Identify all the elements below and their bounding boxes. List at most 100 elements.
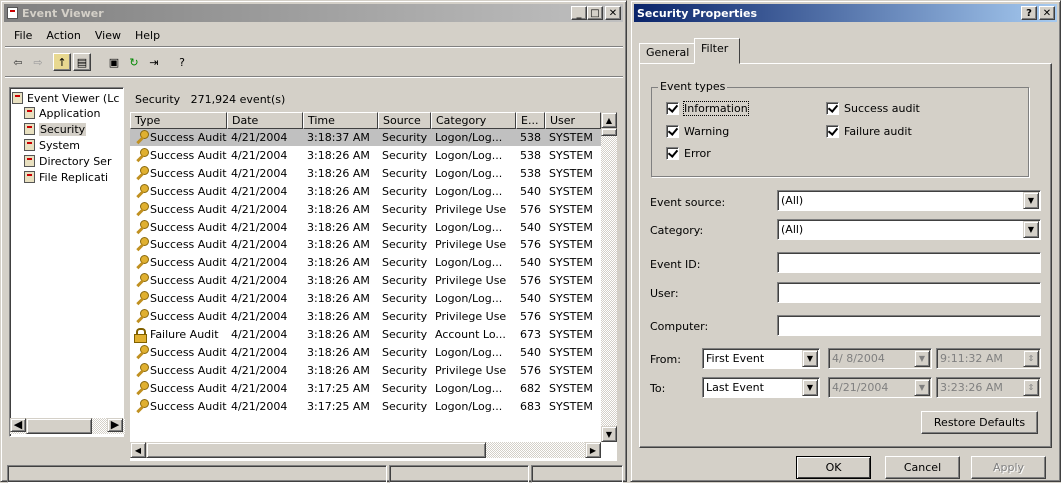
- cell-user: SYSTEM: [549, 310, 593, 323]
- col-user[interactable]: User: [545, 112, 601, 129]
- to-time-spinner[interactable]: 3:23:26 AM ⇕: [936, 377, 1041, 398]
- col-time[interactable]: Time: [303, 112, 378, 129]
- cancel-button[interactable]: Cancel: [885, 456, 960, 479]
- properties-icon[interactable]: ▣: [105, 53, 123, 71]
- spinner-icon[interactable]: ⇕: [1023, 379, 1039, 396]
- event-viewer-titlebar[interactable]: Event Viewer _ □ ✕: [4, 4, 623, 22]
- tree-item-directory-service[interactable]: Directory Ser: [24, 155, 111, 169]
- key-icon: [134, 398, 149, 413]
- cell-type: Success Audit: [130, 290, 227, 307]
- table-row[interactable]: Success Audit 4/21/2004 3:17:25 AM Security…: [130, 380, 601, 397]
- help-button[interactable]: ?: [1021, 6, 1037, 20]
- tree-root[interactable]: Event Viewer (Lc: [12, 92, 119, 106]
- event-source-select[interactable]: (All) ▼: [777, 190, 1041, 211]
- table-row[interactable]: Success Audit 4/21/2004 3:18:37 AM Security…: [130, 129, 601, 146]
- apply-button[interactable]: Apply: [971, 456, 1046, 479]
- cell-user: SYSTEM: [549, 202, 593, 216]
- col-date[interactable]: Date: [227, 112, 303, 129]
- menu-file[interactable]: File: [7, 27, 39, 44]
- ok-button[interactable]: OK: [796, 456, 871, 479]
- close-button[interactable]: ✕: [605, 6, 621, 20]
- from-time-spinner[interactable]: 9:11:32 AM ⇕: [936, 348, 1041, 369]
- cell-source: Security: [382, 363, 428, 377]
- checkbox-error[interactable]: Error: [666, 147, 711, 160]
- tree-item-application[interactable]: Application: [24, 107, 100, 121]
- tree-scroll-thumb[interactable]: [26, 418, 92, 434]
- table-row[interactable]: Success Audit 4/21/2004 3:18:26 AM Security…: [130, 344, 601, 361]
- back-arrow-icon[interactable]: ⇦: [9, 53, 27, 71]
- col-event-id[interactable]: E...: [516, 112, 545, 129]
- table-row[interactable]: Success Audit 4/21/2004 3:18:26 AM Security…: [130, 219, 601, 236]
- table-row[interactable]: Success Audit 4/21/2004 3:18:26 AM Security…: [130, 165, 601, 182]
- table-row[interactable]: Success Audit 4/21/2004 3:18:26 AM Security…: [130, 290, 601, 307]
- from-date-picker[interactable]: 4/ 8/2004 ▼: [828, 348, 932, 369]
- from-select[interactable]: First Event ▼: [702, 348, 820, 369]
- tree-item-file-replication[interactable]: File Replicati: [24, 171, 108, 185]
- restore-defaults-button[interactable]: Restore Defaults: [921, 411, 1038, 434]
- event-id-input[interactable]: [777, 252, 1041, 273]
- chevron-down-icon[interactable]: ▼: [914, 379, 930, 396]
- chevron-down-icon[interactable]: ▼: [1023, 221, 1039, 238]
- tree-scroll-right[interactable]: ▶: [107, 418, 123, 432]
- checkbox-failure-audit[interactable]: Failure audit: [826, 125, 912, 138]
- checkbox-success-audit[interactable]: Success audit: [826, 102, 920, 115]
- tab-filter[interactable]: Filter: [694, 38, 740, 64]
- computer-input[interactable]: [777, 315, 1041, 336]
- properties-titlebar[interactable]: Security Properties ? ✕: [634, 4, 1057, 22]
- tree-item-system[interactable]: System: [24, 139, 80, 153]
- table-row[interactable]: Success Audit 4/21/2004 3:17:25 AM Security…: [130, 398, 601, 415]
- cell-category: Privilege Use: [435, 202, 507, 216]
- col-source[interactable]: Source: [378, 112, 431, 129]
- list-scroll-right[interactable]: ▶: [585, 442, 601, 458]
- menu-view[interactable]: View: [88, 27, 128, 44]
- table-row[interactable]: Success Audit 4/21/2004 3:18:26 AM Security…: [130, 236, 601, 253]
- dialog-close-button[interactable]: ✕: [1039, 6, 1055, 20]
- table-row[interactable]: Success Audit 4/21/2004 3:18:26 AM Security…: [130, 183, 601, 200]
- list-vscrollbar[interactable]: [601, 112, 617, 442]
- cell-user: SYSTEM: [549, 399, 593, 413]
- menu-help[interactable]: Help: [128, 27, 167, 44]
- table-row[interactable]: Success Audit 4/21/2004 3:18:26 AM Security…: [130, 308, 601, 325]
- spinner-icon[interactable]: ⇕: [1023, 350, 1039, 367]
- cell-user: SYSTEM: [549, 381, 593, 395]
- chevron-down-icon[interactable]: ▼: [914, 350, 930, 367]
- table-row[interactable]: Success Audit 4/21/2004 3:18:26 AM Security…: [130, 201, 601, 218]
- checkbox-information[interactable]: Information: [666, 101, 749, 116]
- list-vscroll-thumb[interactable]: [601, 128, 617, 136]
- menu-action[interactable]: Action: [39, 27, 87, 44]
- chevron-down-icon[interactable]: ▼: [1023, 192, 1039, 209]
- console-tree: Event Viewer (Lc Application Security Sy…: [9, 87, 125, 437]
- chevron-down-icon[interactable]: ▼: [802, 379, 818, 396]
- refresh-icon[interactable]: ↻: [125, 53, 143, 71]
- category-select[interactable]: (All) ▼: [777, 219, 1041, 240]
- up-folder-icon[interactable]: ↑: [53, 53, 71, 71]
- forward-arrow-icon[interactable]: ⇨: [29, 53, 47, 71]
- list-scroll-up[interactable]: ▲: [601, 112, 617, 128]
- key-icon: [134, 273, 149, 287]
- user-input[interactable]: [777, 282, 1041, 303]
- table-row[interactable]: Success Audit 4/21/2004 3:18:26 AM Security…: [130, 362, 601, 379]
- checkbox-warning[interactable]: Warning: [666, 125, 729, 138]
- list-hscroll-thumb[interactable]: [146, 442, 486, 458]
- table-row[interactable]: Failure Audit 4/21/2004 3:18:26 AM Security…: [130, 326, 601, 343]
- maximize-button[interactable]: □: [587, 6, 603, 20]
- table-row[interactable]: Success Audit 4/21/2004 3:18:26 AM Security…: [130, 147, 601, 164]
- tree-item-security[interactable]: Security: [24, 123, 87, 137]
- export-list-icon[interactable]: ⇥: [145, 53, 163, 71]
- list-scroll-left[interactable]: ◀: [130, 442, 146, 458]
- minimize-button[interactable]: _: [571, 6, 587, 20]
- to-select[interactable]: Last Event ▼: [702, 377, 820, 398]
- tree-scroll-left[interactable]: ◀: [10, 418, 26, 432]
- col-type[interactable]: Type: [130, 112, 227, 129]
- col-category[interactable]: Category: [431, 112, 516, 129]
- to-date-picker[interactable]: 4/21/2004 ▼: [828, 377, 932, 398]
- help-icon[interactable]: ?: [173, 53, 191, 71]
- table-row[interactable]: Success Audit 4/21/2004 3:18:26 AM Security…: [130, 254, 601, 271]
- show-tree-icon[interactable]: ▤: [73, 53, 91, 71]
- table-row[interactable]: Success Audit 4/21/2004 3:18:26 AM Security…: [130, 272, 601, 289]
- list-scroll-down[interactable]: ▼: [601, 426, 617, 442]
- tab-general[interactable]: General: [639, 43, 697, 63]
- chevron-down-icon[interactable]: ▼: [802, 350, 818, 367]
- event-types-label: Event types: [658, 80, 728, 93]
- cell-type: Success Audit: [130, 147, 227, 164]
